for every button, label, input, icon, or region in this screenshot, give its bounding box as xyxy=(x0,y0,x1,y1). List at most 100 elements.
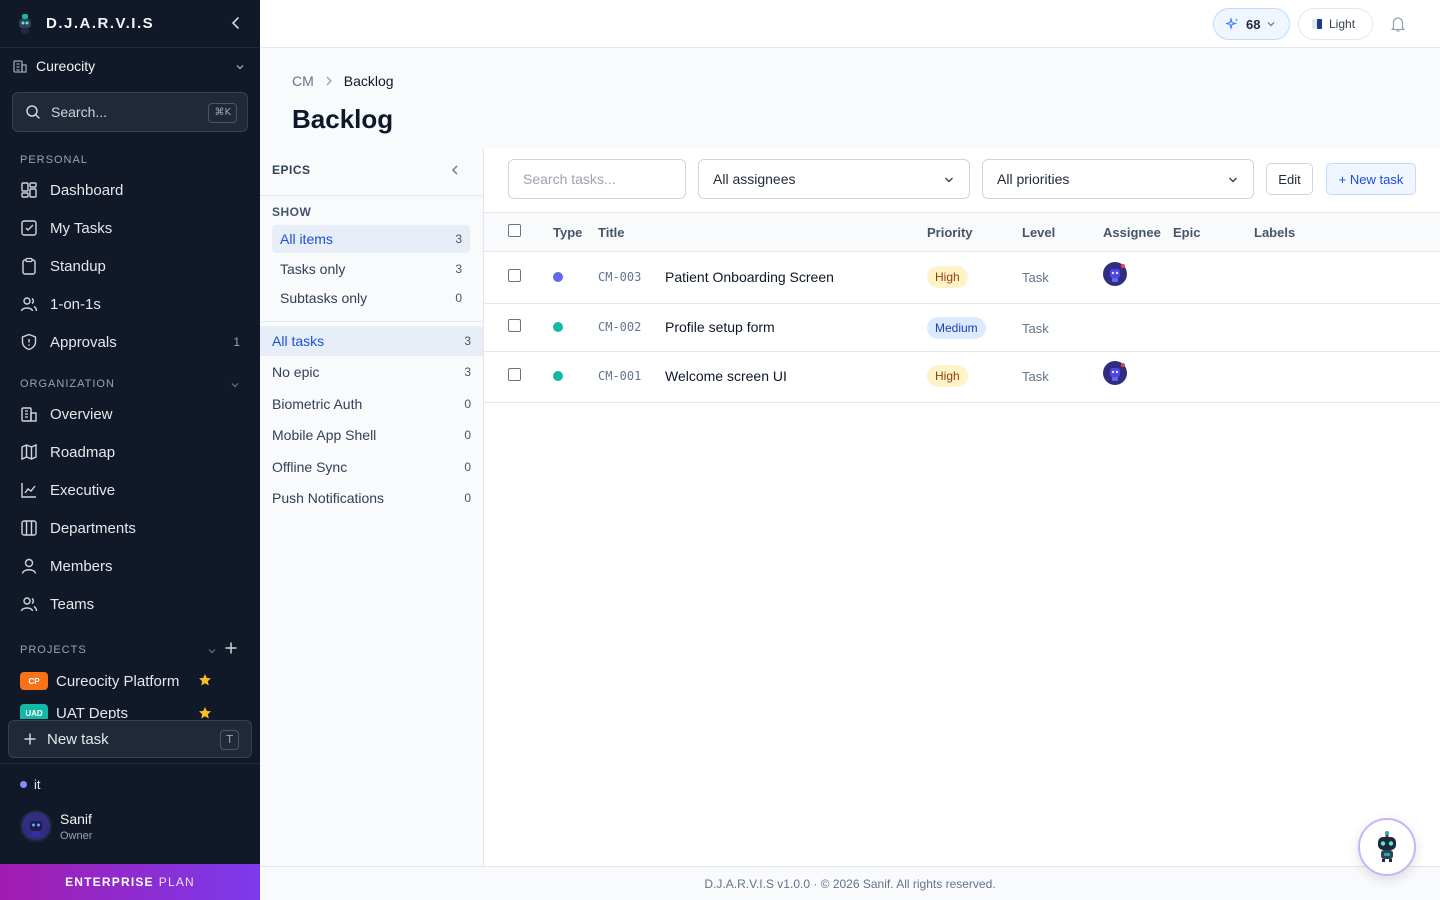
project-item-uat-depts[interactable]: UAD UAT Depts xyxy=(20,701,240,719)
epic-push-notifications[interactable]: Push Notifications 0 xyxy=(260,483,483,513)
epic-count: 0 xyxy=(464,428,471,442)
plan-suffix: PLAN xyxy=(158,875,195,889)
row-checkbox[interactable] xyxy=(508,368,521,381)
filter-subtasks-only[interactable]: Subtasks only 0 xyxy=(272,284,470,312)
epic-label: No epic xyxy=(272,364,320,380)
column-level[interactable]: Level xyxy=(1022,225,1055,240)
user-role: Owner xyxy=(60,829,93,842)
star-icon[interactable] xyxy=(198,706,212,719)
epic-all-tasks[interactable]: All tasks 3 xyxy=(260,326,483,356)
assignee-select[interactable]: All assignees xyxy=(698,159,970,199)
epic-no-epic[interactable]: No epic 3 xyxy=(260,357,483,387)
add-project-icon[interactable] xyxy=(224,641,238,655)
table-row[interactable]: CM-003 Patient Onboarding Screen High Ta… xyxy=(484,252,1440,304)
nav-overview[interactable]: Overview xyxy=(0,396,260,432)
theme-label: Light xyxy=(1329,17,1356,31)
search-input[interactable]: Search... ⌘K xyxy=(12,92,248,132)
plan-name: ENTERPRISE xyxy=(65,875,154,889)
columns-icon xyxy=(20,519,38,537)
user-profile[interactable]: Sanif Owner xyxy=(20,810,92,842)
filter-tasks-only[interactable]: Tasks only 3 xyxy=(272,255,470,283)
column-epic[interactable]: Epic xyxy=(1173,225,1200,240)
workspace-indicator[interactable]: it xyxy=(20,777,41,792)
column-title[interactable]: Title xyxy=(598,225,625,240)
epic-mobile-app-shell[interactable]: Mobile App Shell 0 xyxy=(260,420,483,450)
nav-label: Overview xyxy=(50,405,113,423)
table-row[interactable]: CM-002 Profile setup form Medium Task xyxy=(484,304,1440,352)
nav-label: Approvals xyxy=(50,333,117,351)
nav-standup[interactable]: Standup xyxy=(0,248,260,284)
project-badge: UAD xyxy=(20,704,48,719)
column-labels[interactable]: Labels xyxy=(1254,225,1295,240)
table-row[interactable]: CM-001 Welcome screen UI High Task xyxy=(484,352,1440,403)
topbar: 68 Light xyxy=(260,0,1440,48)
nav-label: 1-on-1s xyxy=(50,295,101,313)
filter-all-items[interactable]: All items 3 xyxy=(272,225,470,253)
filter-count: 3 xyxy=(455,232,462,246)
column-type[interactable]: Type xyxy=(553,225,582,240)
brand: D.J.A.R.V.I.S xyxy=(0,0,260,48)
nav-members[interactable]: Members xyxy=(0,548,260,584)
nav-teams[interactable]: Teams xyxy=(0,586,260,622)
nav-1-on-1s[interactable]: 1-on-1s xyxy=(0,286,260,322)
priority-select[interactable]: All priorities xyxy=(982,159,1254,199)
avatar[interactable] xyxy=(1103,361,1127,385)
credits-button[interactable]: 68 xyxy=(1213,8,1290,40)
chevron-down-icon[interactable] xyxy=(207,646,217,656)
column-priority[interactable]: Priority xyxy=(927,225,973,240)
breadcrumb-root[interactable]: CM xyxy=(292,73,314,89)
project-badge: CP xyxy=(20,672,48,690)
chevron-down-icon xyxy=(1227,174,1239,186)
task-search-input[interactable]: Search tasks... xyxy=(508,159,686,199)
avatar[interactable] xyxy=(1103,262,1127,286)
collapse-epics-icon[interactable] xyxy=(448,163,462,177)
building-icon xyxy=(20,405,38,423)
org-switcher[interactable]: Cureocity xyxy=(0,48,260,84)
show-label: SHOW xyxy=(272,205,312,219)
task-title[interactable]: Profile setup form xyxy=(665,319,775,335)
nav-my-tasks[interactable]: My Tasks xyxy=(0,210,260,246)
row-checkbox[interactable] xyxy=(508,269,521,282)
new-task-button[interactable]: + New task xyxy=(1326,163,1416,195)
task-title[interactable]: Patient Onboarding Screen xyxy=(665,269,834,285)
footer: D.J.A.R.V.I.S v1.0.0 · © 2026 Sanif. All… xyxy=(260,866,1440,900)
epic-offline-sync[interactable]: Offline Sync 0 xyxy=(260,452,483,482)
chevron-down-icon xyxy=(234,61,246,73)
column-assignee[interactable]: Assignee xyxy=(1103,225,1161,240)
epic-biometric-auth[interactable]: Biometric Auth 0 xyxy=(260,389,483,419)
theme-toggle-button[interactable]: Light xyxy=(1298,8,1373,40)
nav-executive[interactable]: Executive xyxy=(0,472,260,508)
user-icon xyxy=(20,557,38,575)
chevron-down-icon xyxy=(943,174,955,186)
nav-departments[interactable]: Departments xyxy=(0,510,260,546)
epic-label: Offline Sync xyxy=(272,459,348,475)
project-item-cureocity-platform[interactable]: CP Cureocity Platform xyxy=(20,669,240,693)
avatar xyxy=(20,810,52,842)
task-id: CM-003 xyxy=(598,270,642,284)
robot-icon xyxy=(1373,831,1401,863)
task-level: Task xyxy=(1022,369,1049,384)
row-checkbox[interactable] xyxy=(508,319,521,332)
collapse-sidebar-icon[interactable] xyxy=(228,15,244,31)
nav-label: My Tasks xyxy=(50,219,113,237)
star-icon[interactable] xyxy=(198,673,212,687)
epic-count: 3 xyxy=(464,334,471,348)
priority-badge: High xyxy=(927,266,968,288)
nav-label: Members xyxy=(50,557,113,575)
nav-dashboard[interactable]: Dashboard xyxy=(0,172,260,208)
task-title[interactable]: Welcome screen UI xyxy=(665,368,787,384)
sidebar-new-task-button[interactable]: New task T xyxy=(8,720,252,758)
search-shortcut: ⌘K xyxy=(208,103,237,123)
select-all-checkbox[interactable] xyxy=(508,224,521,237)
nav-label: Teams xyxy=(50,595,95,613)
epic-count: 0 xyxy=(464,491,471,505)
project-name: UAT Depts xyxy=(56,704,128,720)
bell-icon[interactable] xyxy=(1389,15,1407,33)
epics-title: EPICS xyxy=(272,163,311,177)
assistant-bot-button[interactable] xyxy=(1358,818,1416,876)
nav-roadmap[interactable]: Roadmap xyxy=(0,434,260,470)
chevron-down-icon[interactable] xyxy=(230,380,240,390)
edit-button[interactable]: Edit xyxy=(1266,163,1313,195)
nav-approvals[interactable]: Approvals 1 xyxy=(0,324,260,360)
users-icon xyxy=(20,295,38,313)
